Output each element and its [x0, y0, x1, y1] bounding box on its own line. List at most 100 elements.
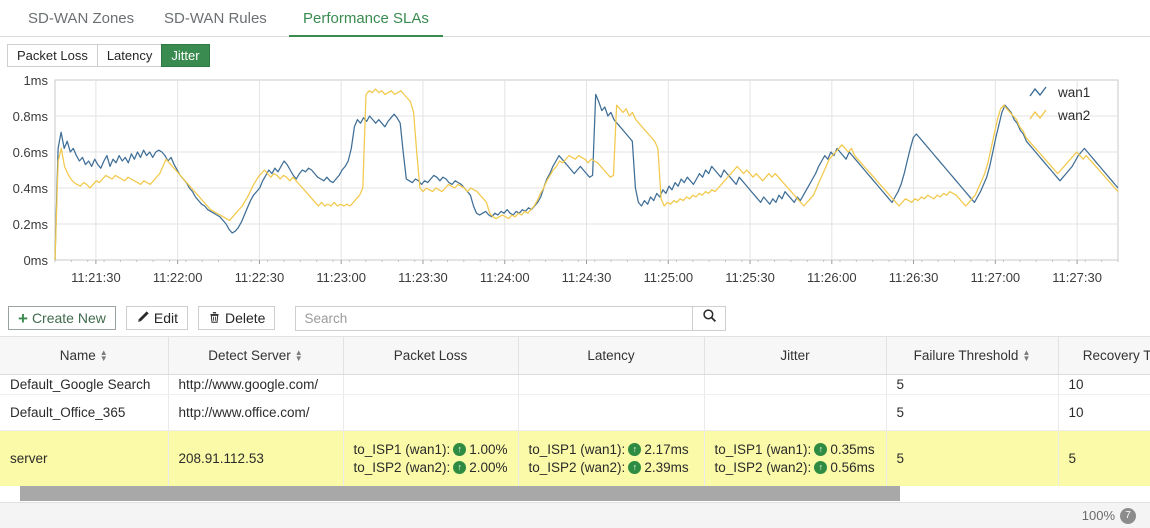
- column-header-latency: Latency: [518, 337, 705, 375]
- status-up-arrow-icon: ↑: [814, 460, 828, 474]
- sort-arrows-icon[interactable]: ▲ ▼: [100, 348, 108, 362]
- cell-latency: [518, 374, 705, 395]
- x-tick-label: 11:22:00: [153, 270, 203, 285]
- table-head: Name ▲ ▼ Detect Server ▲ ▼ Packet Loss Latency J…: [0, 337, 1150, 375]
- status-up-arrow-icon: ↑: [453, 460, 467, 474]
- x-tick-label: 11:22:30: [235, 270, 285, 285]
- column-header-label: Failure Threshold: [913, 347, 1019, 363]
- search-button[interactable]: [692, 305, 727, 331]
- top-tabbar: SD-WAN Zones SD-WAN Rules Performance SLAs: [0, 0, 1150, 37]
- column-header-jitter: Jitter: [704, 337, 887, 375]
- metric-value: 1.00%: [469, 441, 508, 457]
- table-body: Default_Google Search http://www.google.c…: [0, 374, 1150, 486]
- cell-latency: [518, 394, 705, 431]
- metric-value: 0.35ms: [830, 441, 875, 457]
- create-new-label: Create New: [31, 310, 106, 326]
- column-header-failure-threshold[interactable]: Failure Threshold ▲ ▼: [886, 337, 1059, 375]
- legend-label-wan1: wan1: [1057, 85, 1090, 100]
- table-row[interactable]: Default_Google Search http://www.google.c…: [0, 374, 1150, 395]
- x-tick-label: 11:24:00: [480, 270, 530, 285]
- column-header-label: Jitter: [780, 347, 810, 363]
- x-tick-label: 11:26:30: [889, 270, 939, 285]
- create-new-button[interactable]: + Create New: [8, 306, 116, 330]
- tab-sd-wan-rules[interactable]: SD-WAN Rules: [150, 0, 281, 37]
- tab-performance-slas[interactable]: Performance SLAs: [289, 0, 443, 37]
- cell-failure-threshold: 5: [886, 430, 1059, 486]
- cell-packet-loss: [343, 394, 519, 431]
- cell-packet-loss: [343, 374, 519, 395]
- tab-sd-wan-zones[interactable]: SD-WAN Zones: [14, 0, 148, 37]
- sla-table: Name ▲ ▼ Detect Server ▲ ▼ Packet Loss Latency J…: [0, 337, 1150, 486]
- column-header-label: Detect Server: [208, 347, 291, 363]
- column-header-name[interactable]: Name ▲ ▼: [0, 337, 169, 375]
- metric-button-packet-loss[interactable]: Packet Loss: [7, 44, 97, 67]
- metric-label: to_ISP2 (wan2):: [353, 459, 451, 475]
- cell-failure-threshold: 5: [886, 374, 1059, 395]
- search-icon: [702, 308, 717, 328]
- cell-recovery-threshold: 5: [1058, 430, 1150, 486]
- cell-name: Default_Google Search: [0, 374, 169, 395]
- metric-label: to_ISP2 (wan2):: [528, 459, 626, 475]
- column-header-label: Name: [59, 347, 96, 363]
- status-up-arrow-icon: ↑: [628, 442, 642, 456]
- legend-label-wan2: wan2: [1057, 108, 1090, 123]
- cell-detect-server: http://www.google.com/: [168, 374, 344, 395]
- zoom-level: 100%: [1081, 508, 1115, 523]
- delete-button[interactable]: Delete: [197, 306, 276, 330]
- cell-jitter: [704, 394, 887, 431]
- sort-arrows-icon[interactable]: ▲ ▼: [295, 348, 303, 362]
- x-tick-label: 11:23:30: [398, 270, 448, 285]
- x-tick-label: 11:27:00: [971, 270, 1021, 285]
- metric-button-latency[interactable]: Latency: [96, 44, 162, 67]
- edit-button[interactable]: Edit: [125, 306, 188, 330]
- table-toolbar: + Create New Edit Delete Search: [0, 300, 1150, 336]
- search-input[interactable]: [295, 305, 693, 331]
- metric-value: 0.56ms: [830, 459, 875, 475]
- delete-label: Delete: [224, 310, 266, 326]
- sort-arrows-icon[interactable]: ▲ ▼: [1022, 348, 1030, 362]
- y-tick-label: 0ms: [23, 253, 48, 268]
- table-row[interactable]: Default_Office_365 http://www.office.com/…: [0, 394, 1150, 431]
- search-box: [295, 305, 727, 331]
- sla-table-container[interactable]: Name ▲ ▼ Detect Server ▲ ▼ Packet Loss Latency J…: [0, 336, 1150, 486]
- metric-entry: to_ISP1 (wan1): ↑ 1.00%: [354, 442, 508, 457]
- column-header-label: Recovery Threshold: [1082, 347, 1150, 363]
- edit-label: Edit: [153, 310, 178, 326]
- chart-svg: 1ms 0.8ms 0.6ms 0.4ms 0.2ms 0ms 11:21:30 11:22:…: [13, 73, 1119, 285]
- pencil-icon: [136, 310, 150, 327]
- plus-icon: +: [18, 308, 28, 328]
- status-up-arrow-icon: ↑: [453, 442, 467, 456]
- y-tick-label: 0.2ms: [13, 217, 49, 232]
- column-header-detect-server[interactable]: Detect Server ▲ ▼: [168, 337, 344, 375]
- x-tick-label: 11:27:30: [1052, 270, 1102, 285]
- horizontal-scrollbar[interactable]: [0, 486, 1150, 502]
- metric-entry: to_ISP2 (wan2): ↑ 2.39ms: [529, 460, 694, 475]
- metric-entry: to_ISP2 (wan2): ↑ 2.00%: [354, 460, 508, 475]
- x-tick-label: 11:25:00: [643, 270, 693, 285]
- x-tick-label: 11:21:30: [71, 270, 121, 285]
- cell-failure-threshold: 5: [886, 394, 1059, 431]
- y-tick-label: 0.4ms: [13, 181, 49, 196]
- cell-jitter: to_ISP1 (wan1): ↑ 0.35ms to_ISP2 (wan2): ↑ 0.…: [704, 430, 887, 486]
- metric-button-jitter[interactable]: Jitter: [161, 44, 210, 67]
- x-tick-label: 11:23:00: [316, 270, 366, 285]
- cell-latency-values: to_ISP1 (wan1): ↑ 2.17ms to_ISP2 (wan2): ↑ 2.…: [529, 442, 694, 475]
- metric-label: to_ISP1 (wan1):: [714, 441, 812, 457]
- metric-entry: to_ISP1 (wan1): ↑ 2.17ms: [529, 442, 694, 457]
- status-up-arrow-icon: ↑: [628, 460, 642, 474]
- cell-detect-server: 208.91.112.53: [168, 430, 344, 486]
- metric-label: to_ISP1 (wan1):: [528, 441, 626, 457]
- cell-packet-loss: to_ISP1 (wan1): ↑ 1.00% to_ISP2 (wan2): ↑ 2.0…: [343, 430, 519, 486]
- metric-value: 2.00%: [469, 459, 508, 475]
- x-tick-label: 11:24:30: [562, 270, 612, 285]
- metric-toggle-group: Packet Loss Latency Jitter: [7, 44, 210, 67]
- status-up-arrow-icon: ↑: [814, 442, 828, 456]
- column-header-recovery-threshold[interactable]: Recovery Threshold▲▼: [1058, 337, 1150, 375]
- table-row[interactable]: server 208.91.112.53 to_ISP1 (wan1): ↑ 1.00%…: [0, 430, 1150, 486]
- horizontal-scrollbar-thumb[interactable]: [20, 486, 900, 501]
- column-header-label: Latency: [587, 347, 635, 363]
- column-header-label: Packet Loss: [393, 347, 468, 363]
- metric-value: 2.39ms: [644, 459, 689, 475]
- cell-recovery-threshold: 10: [1058, 374, 1150, 395]
- jitter-chart: 1ms 0.8ms 0.6ms 0.4ms 0.2ms 0ms 11:21:30 11:22:…: [0, 68, 1150, 298]
